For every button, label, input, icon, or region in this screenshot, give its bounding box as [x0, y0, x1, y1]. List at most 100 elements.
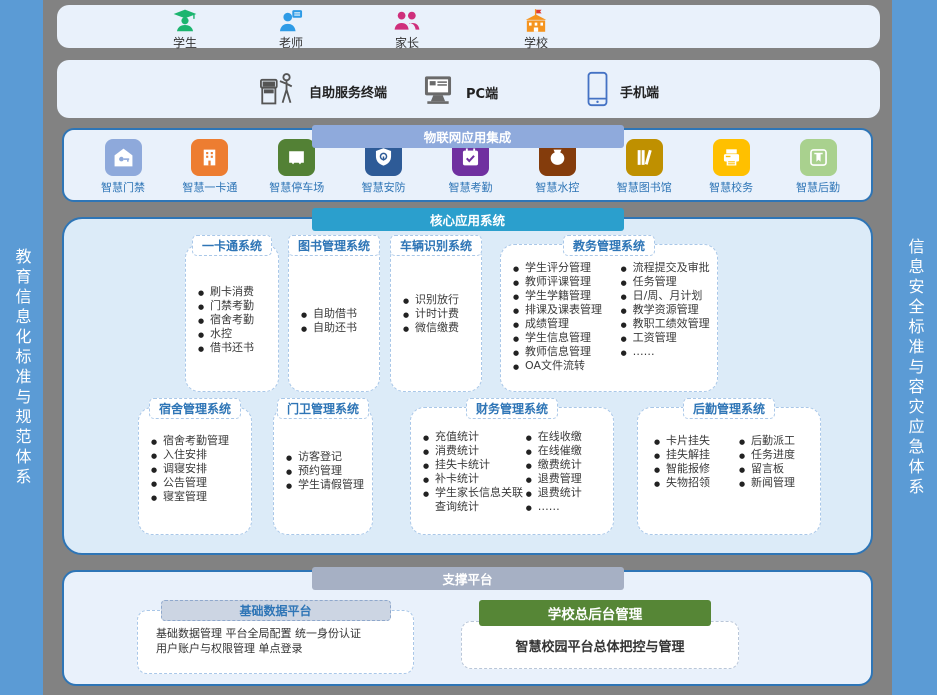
iot-label: 智慧考勤: [449, 179, 493, 195]
list-item: 智能报修: [654, 462, 735, 476]
base-data-platform-card: 基础数据平台 基础数据管理 平台全局配置 统一身份认证 用户账户与权限管理 单点…: [137, 610, 414, 674]
left-standards-bar: 教育信息化标准与规范体系: [0, 0, 43, 695]
card-title: 教务管理系统: [563, 235, 655, 256]
list-item: ……: [621, 345, 717, 359]
iot-item-onecard: 智慧一卡通: [181, 139, 239, 195]
card-finance-system: 财务管理系统 充值统计消费统计挂失卡统计补卡统计学生家长信息关联查询统计 在线收…: [410, 407, 614, 535]
school-admin-card: 智慧校园平台总体把控与管理: [461, 621, 739, 669]
iot-label: 智慧停车场: [269, 179, 324, 195]
iot-item-door-access: 智慧门禁: [94, 139, 152, 195]
list-item: 学生信息管理: [513, 331, 619, 345]
list-item: 学生请假管理: [286, 478, 368, 492]
iot-label: 智慧一卡通: [182, 179, 237, 195]
list-item: 工资管理: [621, 331, 717, 345]
user-label: 老师: [279, 34, 303, 51]
list-item: 入住安排: [151, 448, 247, 462]
list-item: 刷卡消费: [198, 285, 274, 299]
iot-label: 智慧图书馆: [617, 179, 672, 195]
iot-label: 智慧水控: [535, 179, 579, 195]
card-dorm-system: 宿舍管理系统 宿舍考勤管理入住安排调寝安排公告管理寝室管理: [138, 407, 252, 535]
school-icon: [522, 8, 550, 34]
list-item: 教职工绩效管理: [621, 317, 717, 331]
list-item: 识别放行: [403, 293, 477, 307]
iot-header: 物联网应用集成: [312, 125, 624, 148]
card-vehicle-system: 车辆识别系统 识别放行计时计费微信缴费: [390, 244, 482, 392]
list-item: 教师信息管理: [513, 345, 619, 359]
terminal-item-pc: PC端: [420, 74, 498, 110]
user-label: 学生: [173, 34, 197, 51]
base-data-platform-title: 基础数据平台: [161, 600, 391, 621]
user-item-student: 学生: [143, 8, 227, 51]
list-item: 公告管理: [151, 476, 247, 490]
school-admin-title: 学校总后台管理: [479, 600, 711, 626]
card-title: 宿舍管理系统: [149, 398, 241, 419]
user-item-teacher: 老师: [249, 8, 333, 51]
list-item: 排课及课表管理: [513, 303, 619, 317]
list-item: OA文件流转: [513, 359, 619, 373]
list-item: 留言板: [739, 462, 820, 476]
list-item: 充值统计: [423, 430, 526, 444]
list-item: 学生家长信息关联查询统计: [423, 486, 526, 514]
list-item: 调寝安排: [151, 462, 247, 476]
card-title: 门卫管理系统: [277, 398, 369, 419]
parking-icon: [278, 139, 315, 176]
list-item: 卡片挂失: [654, 434, 735, 448]
list-item: 水控: [198, 327, 274, 341]
list-item: 失物招领: [654, 476, 735, 490]
card-title: 后勤管理系统: [683, 398, 775, 419]
building-card-icon: [191, 139, 228, 176]
card-list: 自助借书自助还书: [289, 245, 379, 335]
card-library-system: 图书管理系统 自助借书自助还书: [288, 244, 380, 392]
core-header: 核心应用系统: [312, 208, 624, 231]
card-list: 流程提交及审批任务管理日/周、月计划教学资源管理教职工绩效管理工资管理……: [619, 245, 717, 373]
user-label: 学校: [524, 34, 548, 51]
iot-label: 智慧门禁: [101, 179, 145, 195]
list-item: 寝室管理: [151, 490, 247, 504]
card-list: 刷卡消费门禁考勤宿舍考勤水控借书还书: [186, 245, 278, 355]
list-item: 补卡统计: [423, 472, 526, 486]
list-item: 宿舍考勤: [198, 313, 274, 327]
card-logistics-system: 后勤管理系统 卡片挂失挂失解挂智能报修失物招领 后勤派工任务进度留言板新闻管理: [637, 407, 821, 535]
base-line: 基础数据管理 平台全局配置 统一身份认证: [156, 626, 403, 641]
card-onecard-system: 一卡通系统 刷卡消费门禁考勤宿舍考勤水控借书还书: [185, 244, 279, 392]
school-admin-description: 智慧校园平台总体把控与管理: [515, 636, 684, 655]
phone-icon: [585, 71, 610, 111]
list-item: 门禁考勤: [198, 299, 274, 313]
right-standards-bar: 信息安全标准与容灾应急体系: [892, 0, 937, 695]
card-list: 后勤派工任务进度留言板新闻管理: [735, 408, 820, 490]
list-item: 消费统计: [423, 444, 526, 458]
parents-icon: [393, 8, 421, 34]
list-item: 任务进度: [739, 448, 820, 462]
base-line: 用户账户与权限管理 单点登录: [156, 641, 403, 656]
list-item: 借书还书: [198, 341, 274, 355]
card-list: 卡片挂失挂失解挂智能报修失物招领: [638, 408, 735, 490]
card-title: 车辆识别系统: [390, 235, 482, 256]
card-title: 一卡通系统: [192, 235, 272, 256]
list-item: 教师评课管理: [513, 275, 619, 289]
support-panel: 支撑平台 基础数据平台 基础数据管理 平台全局配置 统一身份认证 用户账户与权限…: [62, 570, 873, 686]
right-standards-label: 信息安全标准与容灾应急体系: [907, 238, 923, 498]
card-gate-system: 门卫管理系统 访客登记预约管理学生请假管理: [273, 407, 373, 535]
list-item: 退费管理: [526, 472, 613, 486]
books-icon: [626, 139, 663, 176]
list-item: 流程提交及审批: [621, 261, 717, 275]
iot-panel: 物联网应用集成 智慧门禁 智慧一卡通 智慧停车场 智慧安防: [62, 128, 873, 202]
list-item: 退费统计: [526, 486, 613, 500]
teacher-icon: [278, 8, 304, 34]
list-item: 任务管理: [621, 275, 717, 289]
list-item: 学生学籍管理: [513, 289, 619, 303]
card-academic-system: 教务管理系统 学生评分管理教师评课管理学生学籍管理排课及课表管理成绩管理学生信息…: [500, 244, 718, 392]
user-label: 家长: [395, 34, 419, 51]
card-list: 宿舍考勤管理入住安排调寝安排公告管理寝室管理: [139, 408, 251, 504]
core-panel: 核心应用系统 一卡通系统 刷卡消费门禁考勤宿舍考勤水控借书还书 图书管理系统 自…: [62, 217, 873, 555]
iot-label: 智慧安防: [362, 179, 406, 195]
iot-item-library: 智慧图书馆: [615, 139, 673, 195]
terminal-item-mobile: 手机端: [585, 71, 659, 111]
terminal-label: 自助服务终端: [309, 82, 387, 101]
left-standards-label: 教育信息化标准与规范体系: [14, 248, 30, 488]
list-item: 在线收缴: [526, 430, 613, 444]
list-item: 计时计费: [403, 307, 477, 321]
list-item: 自助还书: [301, 321, 375, 335]
card-list: 在线收缴在线催缴缴费统计退费管理退费统计……: [526, 408, 613, 514]
user-item-school: 学校: [494, 8, 578, 51]
